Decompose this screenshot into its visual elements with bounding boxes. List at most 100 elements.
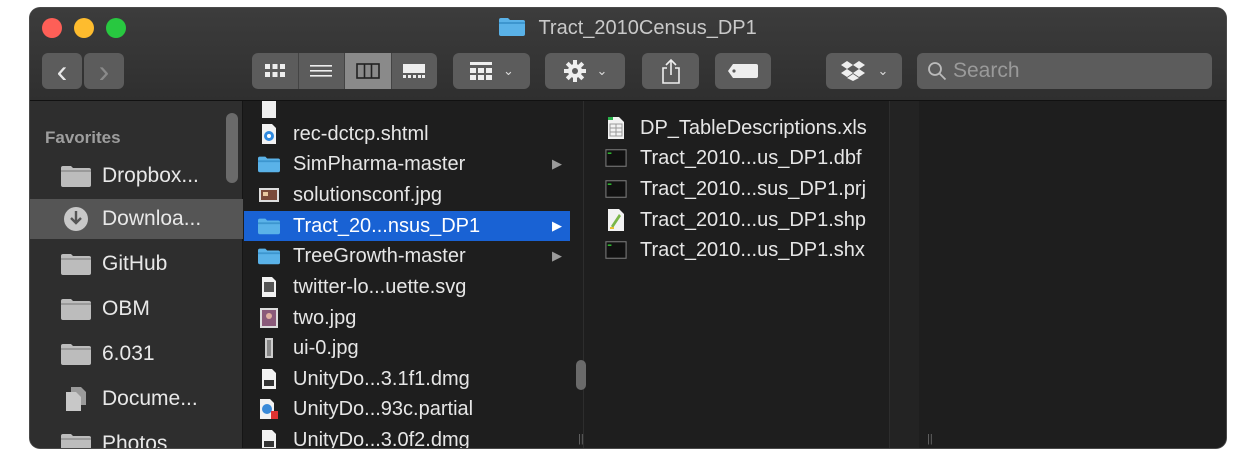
sidebar-item-downloads[interactable]: Downloa... bbox=[30, 199, 243, 239]
window-title-bar: Tract_2010Census_DP1 bbox=[30, 17, 1226, 40]
forward-button[interactable]: › bbox=[84, 53, 124, 89]
disclosure-arrow-icon: ▶ bbox=[552, 156, 562, 171]
folder-icon bbox=[258, 153, 280, 175]
sidebar-item-label: OBM bbox=[102, 297, 150, 320]
finder-window: Tract_2010Census_DP1 ‹ › ⌄ ⌄ ⌄ Search Fa… bbox=[30, 8, 1226, 448]
shp-file-icon bbox=[605, 209, 627, 231]
list-item[interactable]: UnityDo...3.1f1.dmg bbox=[244, 364, 570, 394]
folder-icon bbox=[60, 297, 92, 321]
list-item[interactable]: SimPharma-master ▶ bbox=[244, 149, 570, 179]
sidebar-item-obm[interactable]: OBM bbox=[30, 289, 243, 329]
spreadsheet-file-icon bbox=[605, 117, 627, 139]
sidebar-item-label: GitHub bbox=[102, 252, 168, 275]
folder-icon bbox=[258, 245, 280, 267]
list-item[interactable]: TreeGrowth-master ▶ bbox=[244, 241, 570, 271]
list-view-button[interactable] bbox=[299, 53, 345, 89]
document-file-icon bbox=[258, 101, 280, 120]
tag-button[interactable] bbox=[715, 53, 771, 89]
group-by-button[interactable]: ⌄ bbox=[453, 53, 530, 89]
column-resize-handle[interactable]: || bbox=[578, 433, 584, 445]
file-name: twitter-lo...uette.svg bbox=[293, 275, 467, 298]
chevron-down-icon: ⌄ bbox=[503, 63, 514, 78]
list-item-selected[interactable]: Tract_20...nsus_DP1 ▶ bbox=[244, 211, 570, 241]
column-view-icon bbox=[355, 63, 380, 79]
image-file-icon bbox=[258, 337, 280, 359]
disclosure-arrow-icon: ▶ bbox=[552, 218, 562, 233]
search-field[interactable] bbox=[917, 53, 1212, 89]
sidebar-item-label: Dropbox... bbox=[102, 164, 199, 187]
folder-icon bbox=[499, 18, 526, 36]
dropbox-menu-button[interactable]: ⌄ bbox=[826, 53, 902, 89]
chevron-left-icon: ‹ bbox=[56, 53, 68, 89]
icon-view-icon bbox=[264, 64, 285, 77]
file-name: Tract_2010...us_DP1.dbf bbox=[640, 146, 862, 169]
sidebar-item-label: Photos bbox=[102, 432, 168, 448]
sidebar-item-6031[interactable]: 6.031 bbox=[30, 334, 243, 374]
file-name: two.jpg bbox=[293, 306, 357, 329]
chevron-down-icon: ⌄ bbox=[877, 63, 889, 78]
downloads-icon bbox=[60, 207, 92, 231]
search-input[interactable] bbox=[953, 59, 1193, 83]
list-item[interactable]: ui-0.jpg bbox=[244, 333, 570, 363]
column-scrollbar[interactable] bbox=[576, 360, 586, 390]
list-item[interactable]: two.jpg bbox=[244, 303, 570, 333]
file-name: solutionsconf.jpg bbox=[293, 183, 442, 206]
sidebar-scrollbar[interactable] bbox=[226, 113, 238, 183]
empty-preview-column bbox=[920, 101, 1226, 448]
list-item[interactable]: rec-dctcp.shtml bbox=[244, 119, 570, 149]
downloads-column: rec-dctcp.shtml SimPharma-master ▶ solut… bbox=[244, 101, 584, 448]
list-item[interactable]: Tract_2010...us_DP1.dbf bbox=[585, 143, 915, 173]
action-menu-button[interactable]: ⌄ bbox=[545, 53, 625, 89]
group-grid-icon bbox=[470, 62, 493, 80]
file-name: SimPharma-master bbox=[293, 152, 466, 175]
sidebar-item-github[interactable]: GitHub bbox=[30, 244, 243, 284]
list-item[interactable]: solutionsconf.jpg bbox=[244, 180, 570, 210]
list-item[interactable]: DP_TableDescriptions.xls bbox=[585, 113, 915, 143]
toolbar: Tract_2010Census_DP1 ‹ › ⌄ ⌄ ⌄ Search bbox=[30, 8, 1226, 101]
search-icon bbox=[928, 62, 947, 81]
file-name: rec-dctcp.shtml bbox=[293, 122, 429, 145]
image-file-icon bbox=[258, 184, 280, 206]
sidebar-item-dropbox[interactable]: Dropbox... bbox=[30, 156, 243, 196]
folder-icon bbox=[60, 342, 92, 366]
file-name: Tract_2010...us_DP1.shp bbox=[640, 208, 867, 231]
icon-view-button[interactable] bbox=[252, 53, 299, 89]
exec-file-icon bbox=[605, 239, 627, 261]
column-resize-handle[interactable]: || bbox=[927, 433, 933, 445]
list-item[interactable]: UnityDo...3.0f2.dmg bbox=[244, 425, 570, 448]
dropbox-icon bbox=[840, 61, 865, 81]
image-file-icon bbox=[258, 307, 280, 329]
file-name: UnityDo...3.0f2.dmg bbox=[293, 428, 470, 449]
sidebar-item-photos[interactable]: Photos bbox=[30, 424, 243, 448]
column-view-button[interactable] bbox=[345, 53, 392, 89]
sidebar-item-label: Downloa... bbox=[102, 207, 202, 230]
window-title: Tract_2010Census_DP1 bbox=[538, 17, 757, 39]
list-item[interactable]: twitter-lo...uette.svg bbox=[244, 272, 570, 302]
gallery-view-button[interactable] bbox=[392, 53, 438, 89]
list-item[interactable]: Tract_2010...us_DP1.shp bbox=[585, 205, 915, 235]
html-file-icon bbox=[258, 123, 280, 145]
gear-icon bbox=[563, 60, 586, 82]
documents-icon bbox=[60, 387, 92, 411]
back-button[interactable]: ‹ bbox=[42, 53, 82, 89]
file-name: UnityDo...93c.partial bbox=[293, 397, 474, 420]
list-item[interactable]: Tract_2010...sus_DP1.prj bbox=[585, 174, 915, 204]
chevron-right-icon: › bbox=[98, 53, 110, 89]
file-name: Tract_20...nsus_DP1 bbox=[293, 214, 481, 237]
tag-icon bbox=[728, 64, 758, 78]
file-name: Tract_2010...us_DP1.shx bbox=[640, 238, 865, 261]
share-icon bbox=[661, 58, 680, 84]
file-name: DP_TableDescriptions.xls bbox=[640, 116, 867, 139]
file-name: ui-0.jpg bbox=[293, 336, 359, 359]
exec-file-icon bbox=[605, 178, 627, 200]
tract-folder-column: DP_TableDescriptions.xls Tract_2010...us… bbox=[585, 101, 919, 448]
sidebar-item-label: 6.031 bbox=[102, 342, 155, 365]
sidebar: Favorites Dropbox... Downloa... GitHub O… bbox=[30, 101, 243, 448]
folder-icon bbox=[60, 164, 92, 188]
list-item[interactable]: Tract_2010...us_DP1.shx bbox=[585, 235, 915, 265]
share-button[interactable] bbox=[642, 53, 699, 89]
sidebar-heading-favorites: Favorites bbox=[45, 128, 121, 147]
file-name: UnityDo...3.1f1.dmg bbox=[293, 367, 470, 390]
list-item[interactable]: UnityDo...93c.partial bbox=[244, 394, 570, 424]
sidebar-item-documents[interactable]: Docume... bbox=[30, 379, 243, 419]
